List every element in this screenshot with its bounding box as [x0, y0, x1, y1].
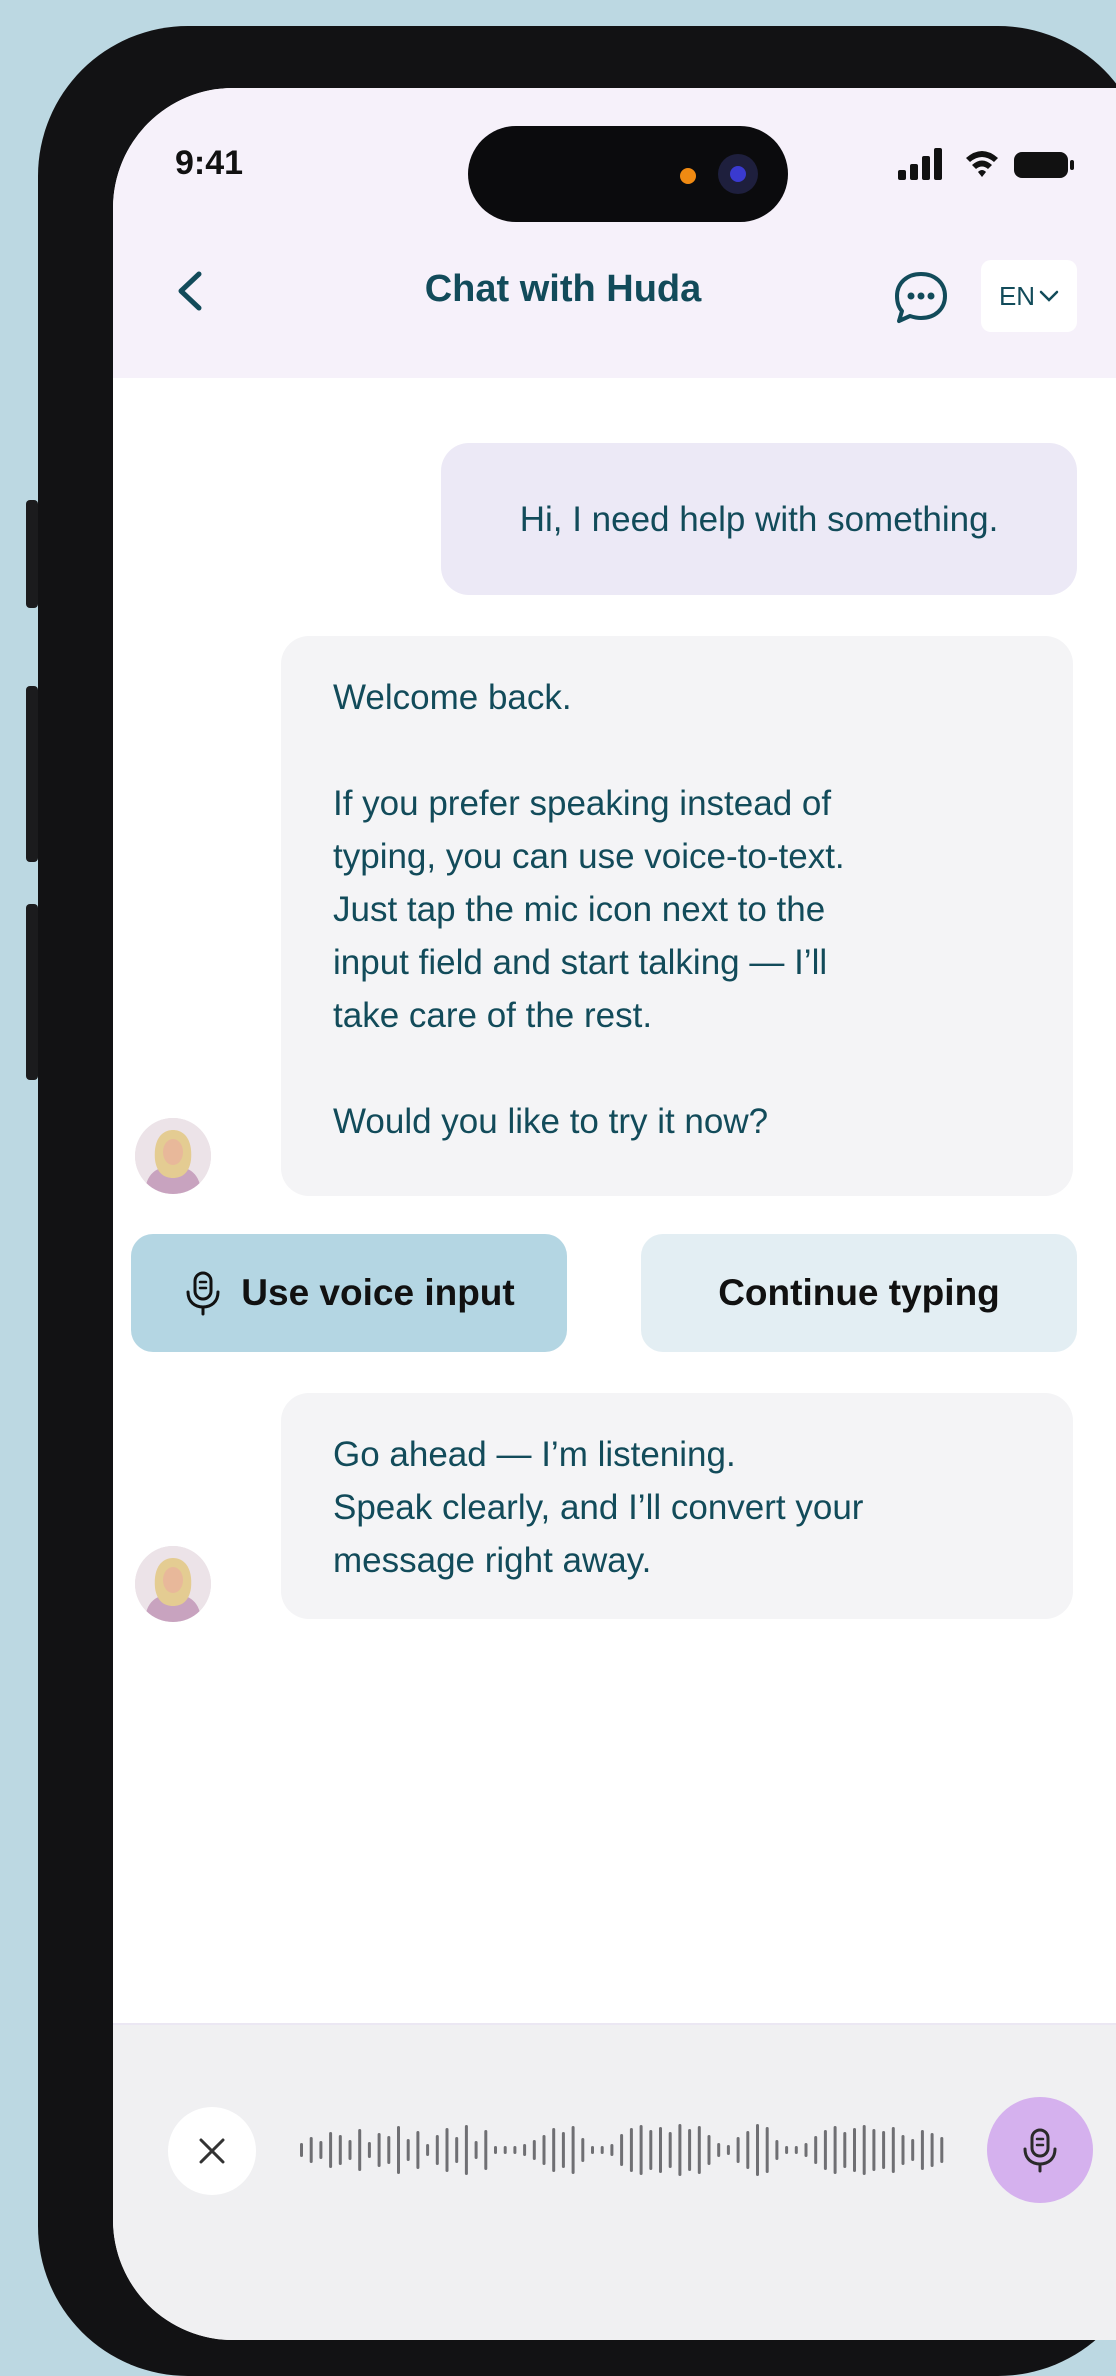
use-voice-input-label: Use voice input	[241, 1272, 515, 1313]
battery-icon	[1014, 152, 1074, 178]
bot-message-greeting: Welcome back.	[333, 678, 572, 717]
user-message-bubble: Hi, I need help with something.	[441, 443, 1077, 595]
continue-typing-button[interactable]: Continue typing	[641, 1234, 1077, 1352]
wifi-icon	[966, 151, 998, 177]
voice-input-bar	[113, 2023, 1116, 2340]
app-screen: 9:41 Chat with Huda EN Hi, I need help w…	[113, 88, 1116, 2340]
cancel-recording-button[interactable]	[168, 2107, 256, 2195]
top-bar: 9:41 Chat with Huda EN	[113, 88, 1116, 378]
side-button-action	[26, 500, 38, 608]
page-title: Chat with Huda	[424, 268, 702, 310]
side-button-volume-up	[26, 686, 38, 862]
waveform-icon	[300, 2124, 944, 2176]
use-voice-input-button[interactable]: Use voice input	[131, 1234, 567, 1352]
bot-message-question: Would you like to try it now?	[333, 1102, 769, 1141]
status-time: 9:41	[175, 144, 244, 182]
chat-bubble-icon[interactable]	[891, 268, 951, 328]
privacy-indicator-icon	[680, 168, 696, 184]
language-label: EN	[998, 280, 1036, 311]
dynamic-island	[468, 126, 788, 222]
avatar	[135, 1118, 211, 1194]
status-icons	[898, 148, 1074, 180]
bot-message-line: take care of the rest.	[333, 996, 653, 1035]
phone-frame: 9:41 Chat with Huda EN Hi, I need help w…	[38, 26, 1116, 2376]
avatar	[135, 1546, 211, 1622]
bot-message-line: Go ahead — I’m listening.	[333, 1435, 736, 1474]
user-message-text: Hi, I need help with something.	[519, 499, 999, 539]
bot-message-line: message right away.	[333, 1541, 652, 1580]
side-button-volume-down	[26, 904, 38, 1080]
language-selector[interactable]: EN	[981, 260, 1077, 332]
bot-message-line: typing, you can use voice-to-text.	[333, 837, 845, 876]
camera-icon	[718, 154, 758, 194]
close-icon	[199, 2138, 225, 2164]
mic-button[interactable]	[987, 2097, 1093, 2203]
chevron-down-icon	[1039, 290, 1059, 302]
bot-message-bubble: Go ahead — I’m listening. Speak clearly,…	[281, 1393, 1073, 1619]
avatar-image	[135, 1118, 211, 1194]
bot-message-line: Just tap the mic icon next to the	[333, 890, 826, 929]
chevron-left-icon[interactable]	[171, 266, 211, 316]
continue-typing-label: Continue typing	[718, 1272, 1000, 1313]
bot-message-line: If you prefer speaking instead of	[333, 784, 832, 823]
bot-message-line: Speak clearly, and I’ll convert your	[333, 1488, 864, 1527]
microphone-icon	[1023, 2128, 1057, 2173]
signal-icon	[898, 148, 942, 180]
bot-message-bubble: Welcome back. If you prefer speaking ins…	[281, 636, 1073, 1196]
avatar-image	[135, 1546, 211, 1622]
bot-message-line: input field and start talking — I’ll	[333, 943, 828, 982]
microphone-icon	[186, 1271, 220, 1316]
